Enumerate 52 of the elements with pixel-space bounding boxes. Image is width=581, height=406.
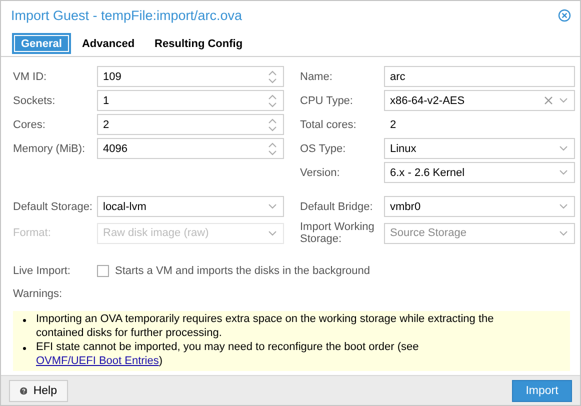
bullet-icon	[23, 319, 26, 322]
chevron-down-icon	[559, 145, 568, 152]
dropdown-field[interactable]: 6.x - 2.6 Kernel	[384, 162, 575, 183]
chevron-down-icon	[559, 203, 568, 210]
field-label: Name:	[300, 70, 334, 82]
field-label: Sockets:	[13, 94, 56, 106]
field-label: VM ID:	[13, 70, 48, 82]
help-icon	[20, 384, 28, 396]
field-value: 2	[389, 118, 396, 130]
chevron-down-icon	[559, 97, 568, 104]
field-label: CPU Type:	[300, 94, 354, 106]
field-label: Default Bridge:	[300, 200, 374, 212]
warning-text: Importing an OVA temporarily requires extra space on the working storage while extracting the contained disks for further processing.	[36, 313, 495, 340]
number-field[interactable]: 2	[97, 114, 284, 135]
input-field[interactable]: arc	[384, 66, 575, 87]
spinner-arrows-icon	[268, 118, 277, 132]
spinner-arrows-icon	[268, 70, 277, 84]
field-label: Cores:	[13, 118, 46, 130]
tab[interactable]: Advanced	[74, 34, 143, 53]
window-title: Import Guest - tempFile:import/arc.ova	[11, 8, 242, 23]
field-label: Total cores:	[300, 118, 358, 130]
checkbox[interactable]	[97, 265, 109, 277]
chevron-down-icon	[559, 169, 568, 176]
help-button[interactable]: Help	[9, 380, 68, 402]
bullet-icon	[23, 347, 26, 350]
link[interactable]: OVMF/UEFI Boot Entries	[36, 354, 159, 366]
field-label: OS Type:	[300, 142, 347, 154]
field-label: Default Storage:	[13, 200, 94, 212]
field-label: Version:	[300, 166, 341, 178]
chevron-down-icon	[268, 203, 277, 210]
field-label: Memory (MiB):	[13, 142, 86, 154]
dropdown-field[interactable]: local-lvm	[97, 196, 284, 217]
field-label: Format:	[13, 227, 52, 239]
dropdown-field[interactable]: Source Storage	[384, 222, 575, 244]
number-field[interactable]: 1	[97, 90, 284, 111]
warning-text: EFI state cannot be imported, you may need to reconfigure the boot order (see OVMF/UEFI Boot Entries)	[36, 341, 420, 368]
checkbox-label: Starts a VM and imports the disks in the background	[115, 265, 370, 277]
spinner-arrows-icon	[268, 94, 277, 108]
field-label: Import Working Storage:	[300, 221, 376, 245]
chevron-down-icon	[268, 230, 277, 236]
dropdown-field[interactable]: vmbr0	[384, 196, 575, 217]
tab[interactable]: Resulting Config	[146, 34, 251, 53]
field-label: Live Import:	[13, 265, 72, 277]
number-field[interactable]: 109	[97, 66, 284, 87]
spinner-arrows-icon	[268, 142, 277, 156]
dropdown-field[interactable]: Linux	[384, 138, 575, 159]
number-field[interactable]: 4096	[97, 138, 284, 159]
dropdown-field[interactable]: x86-64-v2-AES	[384, 90, 575, 111]
close-button[interactable]	[558, 9, 571, 22]
field-label: Warnings:	[13, 288, 62, 302]
close-icon	[558, 9, 571, 22]
chevron-down-icon	[559, 230, 568, 236]
